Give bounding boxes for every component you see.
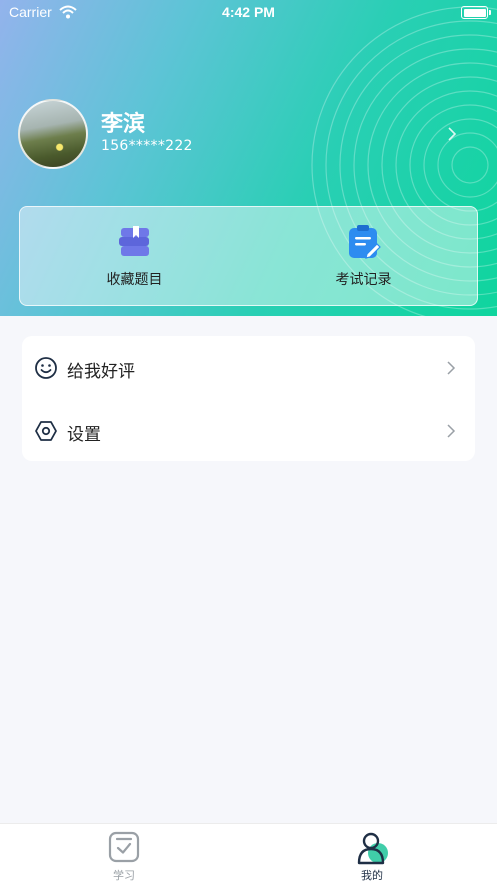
menu-card: 给我好评 设置 (22, 336, 475, 461)
favorite-questions-button[interactable]: 收藏题目 (20, 207, 249, 307)
user-phone: 156*****222 (101, 138, 193, 154)
battery-icon (461, 6, 491, 19)
exam-records-label: 考试记录 (335, 272, 392, 288)
tab-bar: 学习 我的 (0, 823, 497, 883)
smiley-icon (35, 357, 57, 379)
settings-label: 设置 (67, 425, 101, 445)
person-icon (357, 832, 388, 865)
chevron-right-icon (447, 361, 456, 375)
user-name: 李滨 (101, 112, 146, 137)
hexagon-settings-icon (35, 421, 57, 441)
bookmark-book-icon (119, 226, 149, 256)
settings-row[interactable]: 设置 (22, 399, 475, 461)
rate-us-row[interactable]: 给我好评 (22, 336, 475, 398)
study-check-icon (108, 831, 140, 863)
tab-study-label: 学习 (113, 869, 135, 882)
exam-records-button[interactable]: 考试记录 (249, 207, 478, 307)
avatar[interactable] (18, 99, 88, 169)
profile-header: Carrier 4:42 PM 李滨 156*****222 收藏题目 考试记录 (0, 0, 497, 316)
status-bar: Carrier 4:42 PM (0, 0, 497, 26)
rate-us-label: 给我好评 (67, 362, 135, 382)
clock: 4:42 PM (222, 4, 275, 20)
tab-mine-label: 我的 (361, 869, 383, 882)
tab-study[interactable]: 学习 (0, 824, 248, 883)
clipboard-edit-icon (349, 225, 381, 259)
chevron-right-icon (447, 424, 456, 438)
tab-mine[interactable]: 我的 (248, 824, 496, 883)
favorite-questions-label: 收藏题目 (106, 272, 163, 288)
chevron-right-icon[interactable] (447, 126, 457, 142)
quick-actions-card: 收藏题目 考试记录 (19, 206, 478, 306)
